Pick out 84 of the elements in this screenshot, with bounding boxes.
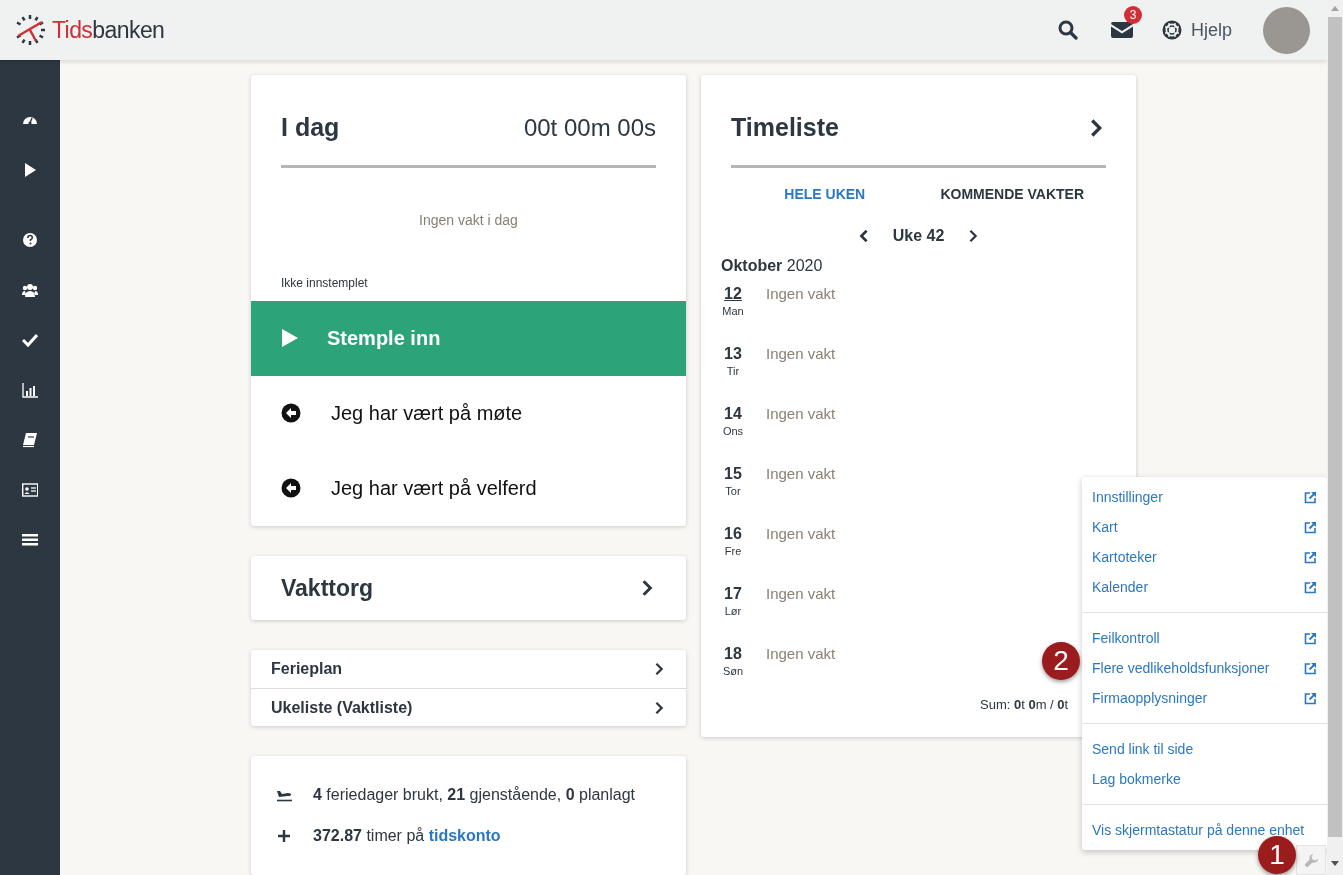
play-nav-button[interactable] [22, 162, 38, 178]
time-balance-text: 372.87 timer på tidskonto [313, 826, 501, 846]
no-shift-text: Ingen vakt [766, 463, 836, 484]
book-nav-button[interactable] [22, 432, 38, 448]
menu-item[interactable]: Kalender [1082, 572, 1327, 602]
link-row[interactable]: Ferieplan [251, 650, 686, 688]
week-label: Uke 42 [892, 225, 945, 246]
list-nav-button[interactable] [22, 532, 38, 548]
checkmark-nav-button[interactable] [22, 332, 38, 348]
bar-chart-icon [22, 382, 38, 398]
no-shift-text: Ingen vakt [766, 403, 836, 424]
week-sum-text: Sum: 0t 0m / 0t [980, 696, 1069, 714]
help-button[interactable]: Hjelp [1161, 16, 1232, 44]
wrench-icon [1303, 852, 1319, 868]
scroll-down-arrow-icon [1331, 861, 1339, 866]
menu-item[interactable]: Send link til side [1082, 734, 1327, 764]
no-shift-text: Ingen vakt i dag [418, 210, 519, 230]
day-number: 13 [724, 343, 742, 364]
weekday-label: Ons [722, 423, 744, 438]
weekday-label: Tor [725, 483, 741, 498]
book-icon [22, 432, 38, 448]
users-nav-button[interactable] [22, 282, 38, 298]
arrow-left-circle-icon [281, 403, 301, 423]
link-row[interactable]: Ukeliste (Vaktliste) [251, 688, 686, 726]
shift-market-card[interactable]: Vakttorg [251, 555, 686, 620]
timesheet-tab[interactable]: KOMMENDE VAKTER [918, 181, 1106, 208]
id-card-icon [22, 482, 38, 498]
play-icon [22, 162, 38, 178]
card-title: Timeliste [731, 112, 839, 143]
no-shift-text: Ingen vakt [766, 523, 836, 544]
scroll-up-arrow-icon [1331, 6, 1339, 11]
menu-item[interactable]: Kart [1082, 512, 1327, 542]
menu-item[interactable]: Lag bokmerke [1082, 764, 1327, 794]
no-shift-text: Ingen vakt [766, 583, 836, 604]
menu-item[interactable]: Kartoteker [1082, 542, 1327, 572]
clock-logo-icon [14, 14, 46, 46]
timesheet-tab[interactable]: HELE UKEN [731, 181, 919, 208]
absence-action-button[interactable]: Jeg har vært på møte [251, 375, 686, 451]
card-title: I dag [281, 112, 340, 143]
logo-text: Tidsbanken [52, 15, 165, 45]
help-icon [22, 232, 38, 248]
month-label: Oktober 2020 [721, 255, 824, 276]
help-nav-button[interactable] [22, 232, 38, 248]
no-shift-text: Ingen vakt [766, 643, 836, 664]
weekday-label: Lør [724, 603, 742, 618]
no-shift-text: Ingen vakt [766, 283, 836, 304]
airplane-icon [276, 788, 293, 802]
menu-item[interactable]: Firmaopplysninger [1082, 683, 1327, 713]
unread-count-badge: 3 [1123, 6, 1142, 24]
scrollbar-thumb[interactable] [1328, 17, 1342, 837]
menu-item[interactable]: Flere vedlikeholdsfunksjoner [1082, 653, 1327, 683]
weekday-label: Man [722, 303, 744, 318]
arrow-left-circle-icon [281, 478, 301, 498]
users-icon [22, 282, 38, 298]
play-icon [281, 328, 299, 348]
search-icon [1057, 20, 1078, 40]
day-number: 17 [724, 583, 742, 604]
day-number: 15 [724, 463, 742, 484]
bar-chart-nav-button[interactable] [22, 382, 38, 398]
id-card-nav-button[interactable] [22, 482, 38, 498]
no-shift-text: Ingen vakt [766, 343, 836, 364]
list-icon [22, 532, 38, 548]
weekday-label: Tir [726, 363, 740, 378]
callout-number-marker: 1 [1258, 836, 1296, 874]
envelope-icon [1110, 22, 1133, 38]
clock-in-button[interactable]: Stemple inn [251, 300, 686, 376]
day-number: 18 [724, 643, 742, 664]
plus-icon [277, 829, 291, 843]
menu-item[interactable]: Innstillinger [1082, 482, 1327, 512]
day-number: 14 [724, 403, 742, 424]
absence-action-button[interactable]: Jeg har vært på velferd [251, 450, 686, 526]
clock-status-text: Ikke innstemplet [281, 274, 369, 292]
weekday-label: Fre [724, 543, 742, 558]
avatar[interactable] [1263, 6, 1310, 54]
lifebuoy-icon [1161, 20, 1182, 40]
weekday-label: Søn [722, 663, 744, 678]
scrollbar[interactable] [1327, 0, 1343, 875]
menu-item[interactable]: Feilkontroll [1082, 623, 1327, 653]
vacation-summary: 4 feriedager brukt, 21 gjenstående, 0 planlagt [313, 785, 636, 805]
checkmark-icon [22, 332, 38, 348]
elapsed-time: 00t 00m 00s [523, 112, 656, 143]
day-number: 16 [724, 523, 742, 544]
day-number: 12 [724, 283, 742, 304]
time-account-link[interactable]: tidskonto [428, 827, 501, 844]
